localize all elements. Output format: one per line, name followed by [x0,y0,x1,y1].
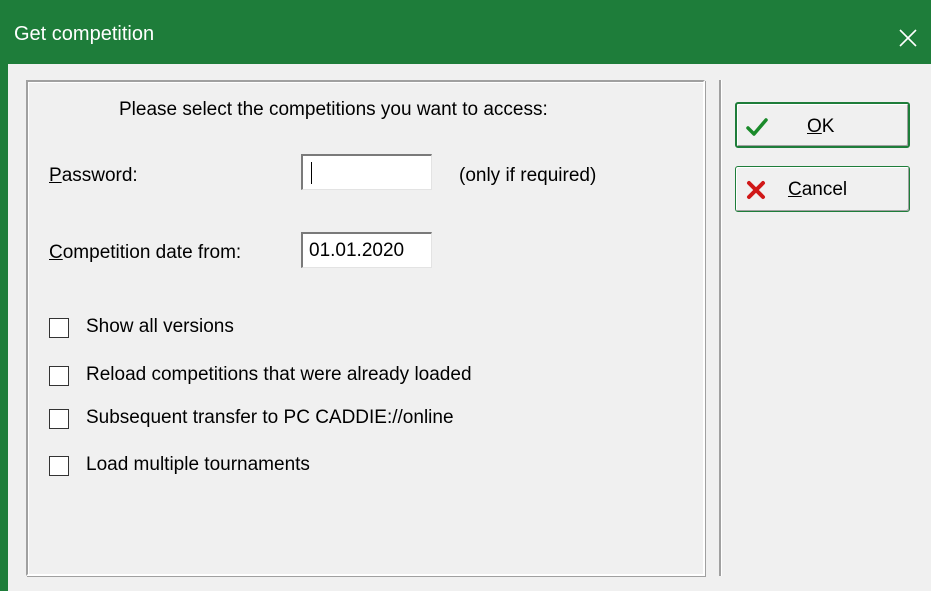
checkbox-box[interactable] [49,366,69,386]
checkmark-icon [746,118,768,136]
instruction-text: Please select the competitions you want … [119,99,548,120]
cancel-label: Cancel [788,179,848,200]
checkbox-label: Subsequent transfer to PC CADDIE://onlin… [86,407,454,428]
password-label: Password: [49,165,138,186]
title-bar: Get competition [0,0,931,64]
cancel-button[interactable]: Cancel [735,166,910,212]
close-button[interactable] [885,12,931,64]
date-from-label: Competition date from: [49,242,242,263]
checkbox-box[interactable] [49,318,69,338]
checkbox-label: Load multiple tournaments [86,454,310,475]
checkbox-label: Show all versions [86,316,234,337]
password-hint: (only if required) [459,165,597,186]
date-from-field[interactable] [301,232,432,268]
window-title: Get competition [14,23,155,45]
text-caret [311,162,312,184]
panel-divider [719,80,722,576]
window-border [0,64,8,591]
checkbox-box[interactable] [49,456,69,476]
ok-label: OK [807,116,835,137]
ok-button[interactable]: OK [735,102,910,148]
password-field[interactable] [301,154,432,190]
close-icon [899,29,917,47]
checkbox-box[interactable] [49,409,69,429]
red-x-icon [747,181,765,199]
checkbox-label: Reload competitions that were already lo… [86,364,472,385]
